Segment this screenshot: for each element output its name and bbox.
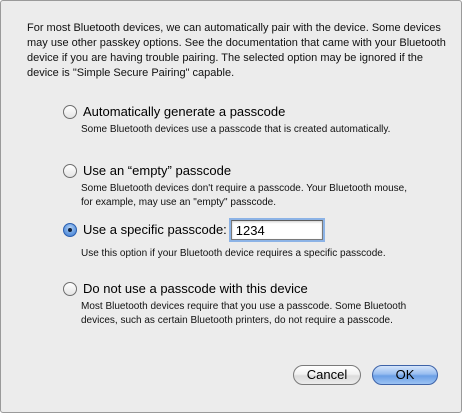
radio-button-selected-icon[interactable] (63, 223, 77, 237)
ok-button[interactable]: OK (372, 365, 438, 385)
option-label: Use a specific passcode: (83, 222, 227, 237)
option-label: Automatically generate a passcode (83, 104, 286, 119)
option-empty-passcode[interactable]: Use an “empty” passcode (63, 163, 231, 179)
option-description: Some Bluetooth devices use a passcode th… (81, 124, 391, 135)
passkey-options-dialog: For most Bluetooth devices, we can autom… (0, 0, 462, 413)
intro-text: For most Bluetooth devices, we can autom… (27, 22, 446, 79)
option-auto-generate[interactable]: Automatically generate a passcode (63, 104, 285, 120)
radio-button-icon[interactable] (63, 105, 77, 119)
option-description: Most Bluetooth devices require that you … (81, 301, 407, 326)
cancel-button[interactable]: Cancel (293, 365, 361, 385)
option-description: Some Bluetooth devices don't require a p… (81, 183, 408, 208)
option-label: Do not use a passcode with this device (83, 281, 308, 296)
option-label: Use an “empty” passcode (83, 163, 232, 178)
option-description: Use this option if your Bluetooth device… (81, 248, 386, 259)
passcode-input[interactable] (230, 220, 323, 240)
option-no-passcode[interactable]: Do not use a passcode with this device (63, 281, 308, 297)
radio-button-icon[interactable] (63, 164, 77, 178)
option-specific-passcode[interactable]: Use a specific passcode: (63, 220, 323, 240)
radio-button-icon[interactable] (63, 282, 77, 296)
